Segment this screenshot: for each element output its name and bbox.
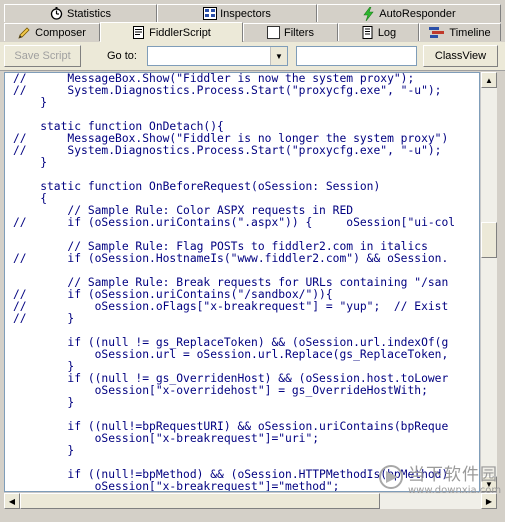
tab-inspectors-label: Inspectors [220, 7, 271, 20]
inspectors-icon [203, 7, 218, 20]
code-line: oSession.url = oSession.url.Replace(gs_R… [13, 348, 449, 361]
scroll-up-button[interactable]: ▲ [481, 72, 497, 88]
pencil-icon [18, 26, 31, 39]
goto-dropdown-arrow[interactable]: ▼ [270, 47, 287, 65]
watermark-text: 当下软件园 [408, 465, 498, 485]
tab-timeline[interactable]: Timeline [419, 23, 501, 41]
code-line: // } [13, 312, 75, 325]
horizontal-scroll-thumb[interactable] [20, 493, 380, 509]
tab-composer[interactable]: Composer [4, 23, 100, 41]
watermark-url: www.downxia.com [408, 485, 502, 496]
tab-statistics-label: Statistics [66, 7, 111, 20]
tab-inspectors[interactable]: Inspectors [157, 4, 317, 22]
top-tab-row: Statistics Inspectors AutoResponder [0, 4, 505, 23]
tab-filters-label: Filters [284, 26, 314, 39]
checkbox-icon [267, 26, 281, 39]
code-line: oSession["x-breakrequest"]="uri"; [13, 432, 320, 445]
arrow-right-icon: ▶ [485, 496, 493, 506]
code-text: // MessageBox.Show("Fiddler is now the s… [13, 73, 456, 491]
tab-fiddlerscript-label: FiddlerScript [149, 26, 211, 39]
code-line: // oSession.oFlags["x-breakrequest"] = "… [13, 300, 449, 313]
tab-fiddlerscript[interactable]: FiddlerScript [100, 22, 243, 42]
code-line: static function OnBeforeRequest(oSession… [13, 180, 381, 193]
search-input[interactable] [296, 46, 417, 66]
code-line: } [13, 96, 48, 109]
save-script-button[interactable]: Save Script [4, 45, 81, 67]
arrow-up-icon: ▲ [485, 75, 493, 85]
code-line: } [13, 156, 48, 169]
classview-button[interactable]: ClassView [423, 45, 498, 67]
code-line: // if (oSession.HostnameIs("www.fiddler2… [13, 252, 449, 265]
stopwatch-icon [50, 7, 63, 20]
code-line: oSession["x-overridehost"] = gs_Override… [13, 384, 428, 397]
goto-dropdown[interactable]: ▼ [147, 46, 288, 66]
code-line: } [13, 396, 75, 409]
code-line: // System.Diagnostics.Process.Start("pro… [13, 84, 442, 97]
timeline-icon [429, 26, 445, 39]
vertical-scroll-thumb[interactable] [481, 222, 497, 258]
tab-statistics[interactable]: Statistics [4, 4, 157, 22]
goto-label: Go to: [107, 50, 137, 62]
watermark: 当下软件园 www.downxia.com [378, 460, 501, 496]
script-editor[interactable]: // MessageBox.Show("Fiddler is now the s… [4, 72, 480, 492]
arrow-left-icon: ◀ [8, 496, 16, 506]
script-toolbar: Save Script Go to: ▼ ClassView [0, 42, 505, 71]
watermark-logo-icon [378, 464, 404, 492]
script-icon [132, 26, 145, 39]
vertical-scrollbar[interactable]: ▲ ▼ [480, 72, 497, 492]
code-line: } [13, 444, 75, 457]
bottom-tab-row: Composer FiddlerScript Filters Log Timel… [0, 22, 505, 42]
tab-log[interactable]: Log [338, 23, 419, 41]
tab-autoresponder-label: AutoResponder [379, 7, 456, 20]
chevron-down-icon: ▼ [275, 51, 283, 61]
log-icon [361, 26, 374, 39]
tab-autoresponder[interactable]: AutoResponder [317, 4, 501, 22]
lightning-icon [362, 6, 375, 22]
tab-composer-label: Composer [35, 26, 86, 39]
tab-filters[interactable]: Filters [243, 23, 338, 41]
code-line: // System.Diagnostics.Process.Start("pro… [13, 144, 442, 157]
tab-timeline-label: Timeline [449, 26, 491, 39]
tab-log-label: Log [377, 26, 397, 39]
code-line: // if (oSession.uriContains(".aspx")) { … [13, 216, 456, 229]
scroll-left-button[interactable]: ◀ [4, 493, 20, 509]
